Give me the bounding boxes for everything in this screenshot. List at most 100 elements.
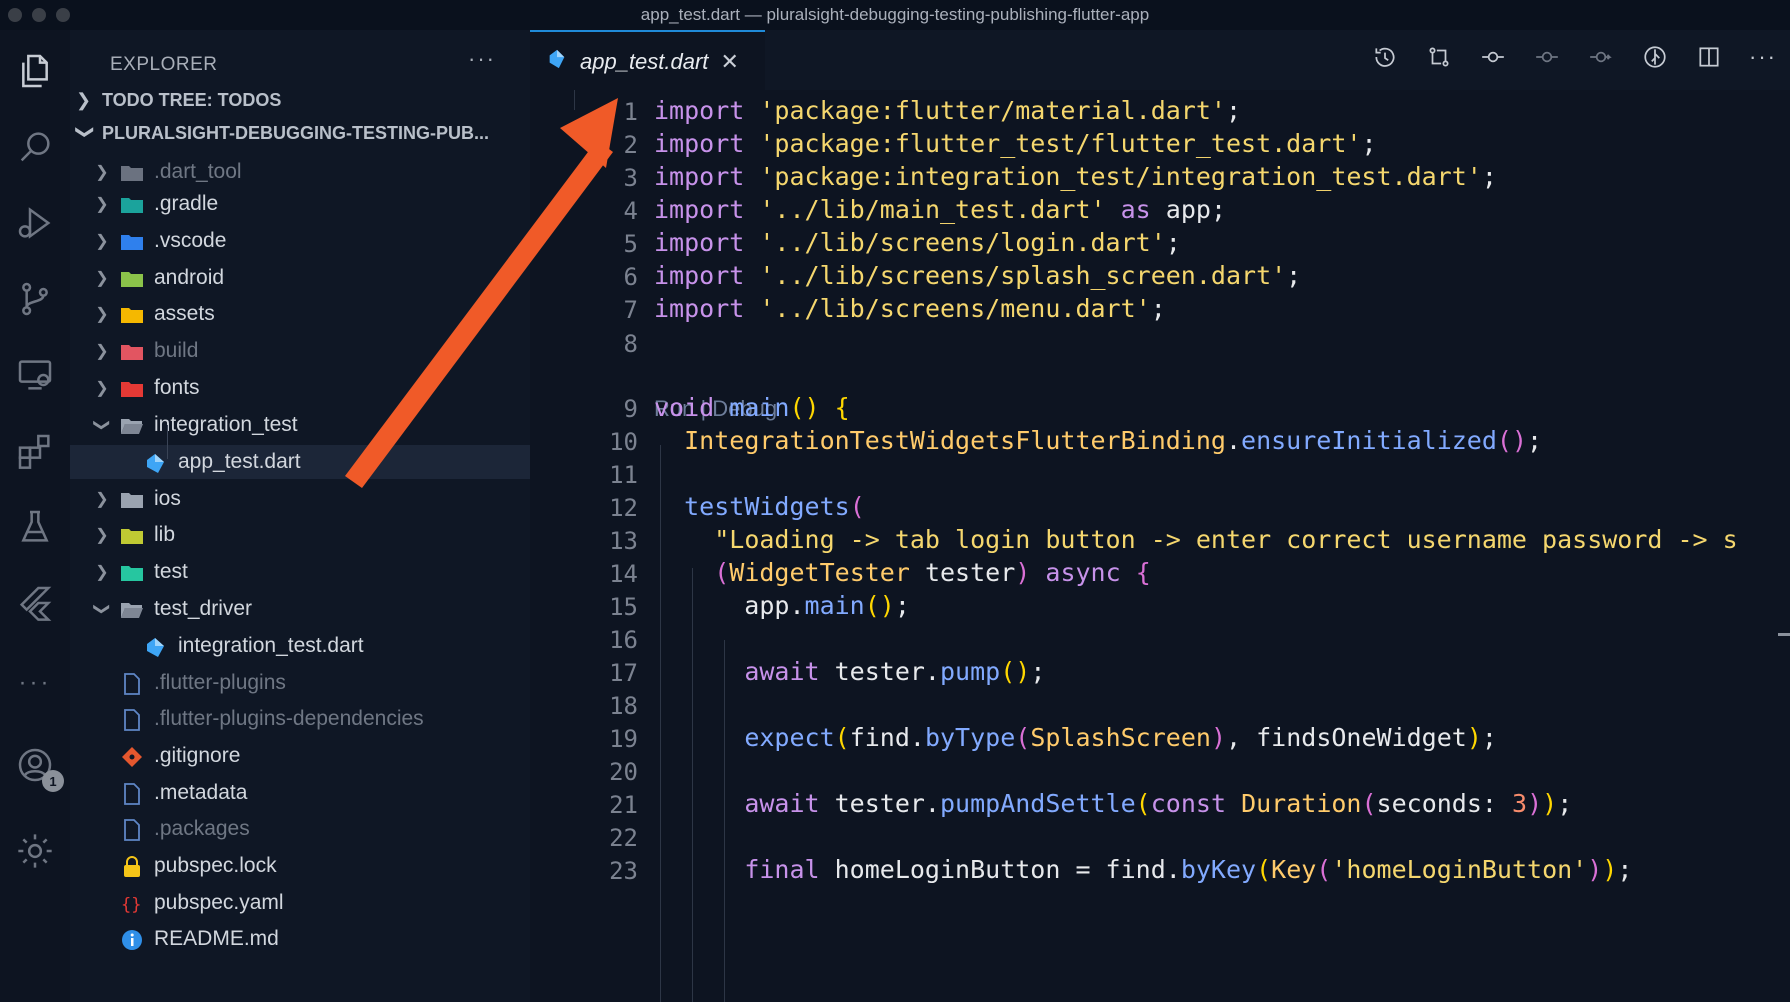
history-icon[interactable] [1358, 44, 1412, 70]
line-number: 16 [609, 626, 638, 654]
tree-item-lib[interactable]: ❯ lib [70, 518, 530, 552]
tree-item-integration-test-dart[interactable]: integration_test.dart [70, 629, 530, 663]
close-tab-icon[interactable]: ✕ [720, 49, 738, 75]
close-window-icon[interactable] [8, 8, 22, 22]
tab-app-test-dart[interactable]: app_test.dart ✕ [530, 30, 765, 92]
code-editor[interactable]: Run | Debug 1 2 3 4 5 6 7 8 9 10 11 12 13 14 15 16 17 18 1… [530, 90, 1790, 1002]
dart-file-icon [546, 48, 568, 76]
window-controls[interactable] [8, 8, 70, 22]
flutter-icon[interactable] [10, 578, 60, 628]
chevron-right-icon: ❯ [95, 380, 109, 397]
search-icon[interactable] [10, 122, 60, 172]
tree-item-android[interactable]: ❯ android [70, 261, 530, 295]
file-icon [120, 819, 144, 841]
code-line[interactable]: final homeLoginButton = find.byKey(Key('… [654, 855, 1632, 884]
file-icon [120, 673, 144, 695]
code-line[interactable]: expect(find.byType(SplashScreen), findsO… [654, 723, 1497, 752]
code-line[interactable]: await tester.pump(); [654, 657, 1045, 686]
compare-changes-icon[interactable] [1412, 44, 1466, 70]
tree-item-integration-test[interactable]: ❯ integration_test [70, 408, 530, 442]
tree-item-pubspec-yaml[interactable]: {} pubspec.yaml [70, 886, 530, 920]
code-line[interactable]: (WidgetTester tester) async { [654, 558, 1151, 587]
run-debug-icon[interactable] [10, 198, 60, 248]
tree-item-build[interactable]: ❯ build [70, 334, 530, 368]
account-icon[interactable]: 1 [10, 740, 64, 792]
scrollbar-marker[interactable] [1778, 633, 1790, 636]
extensions-icon[interactable] [10, 426, 60, 476]
code-line[interactable]: IntegrationTestWidgetsFlutterBinding.ens… [654, 426, 1542, 455]
tree-item-pubspec-lock[interactable]: pubspec.lock [70, 849, 530, 883]
next-change-icon[interactable] [1574, 44, 1628, 70]
tree-item-test-driver[interactable]: ❯ test_driver [70, 592, 530, 626]
git-commit-icon[interactable] [1466, 44, 1520, 70]
explorer-more-actions-icon[interactable]: ··· [468, 46, 496, 72]
code-line[interactable]: import '../lib/screens/splash_screen.dar… [654, 261, 1301, 290]
indent-guide [724, 640, 725, 1002]
settings-gear-icon[interactable] [10, 826, 60, 876]
tree-item-gitignore[interactable]: .gitignore [70, 739, 530, 773]
chevron-right-icon: ❯ [76, 90, 92, 110]
tree-item-dart-tool[interactable]: ❯ .dart_tool [70, 155, 530, 189]
folder-icon [120, 562, 144, 582]
tree-item-assets[interactable]: ❯ assets [70, 297, 530, 331]
chevron-down-icon: ❯ [75, 124, 96, 140]
line-number: 11 [609, 461, 638, 489]
tree-item-app-test-dart[interactable]: app_test.dart [70, 445, 530, 479]
tab-label: app_test.dart [580, 49, 709, 74]
flutter-outline-icon[interactable] [1628, 44, 1682, 70]
line-number: 15 [609, 593, 638, 621]
remote-explorer-icon[interactable] [10, 350, 60, 400]
tree-item-label: assets [154, 302, 215, 325]
tree-item-flutter-plugins-dependencies[interactable]: .flutter-plugins-dependencies [70, 702, 530, 736]
account-badge: 1 [42, 770, 64, 792]
tree-item-label: .vscode [154, 229, 227, 252]
source-control-icon[interactable] [10, 274, 60, 324]
code-line[interactable]: import '../lib/screens/login.dart'; [654, 228, 1181, 257]
code-line[interactable]: void main() { [654, 393, 850, 422]
split-editor-icon[interactable] [1682, 44, 1736, 70]
code-line[interactable]: import '../lib/main_test.dart' as app; [654, 195, 1226, 224]
folder-icon [120, 525, 144, 545]
line-number: 5 [623, 230, 638, 258]
folder-icon [120, 378, 144, 398]
tree-item-flutter-plugins[interactable]: .flutter-plugins [70, 666, 530, 700]
tree-item-label: integration_test [154, 413, 298, 436]
tree-item-metadata[interactable]: .metadata [70, 776, 530, 810]
line-number: 13 [609, 527, 638, 555]
folder-open-icon [120, 415, 144, 435]
line-number: 21 [609, 791, 638, 819]
minimize-window-icon[interactable] [32, 8, 46, 22]
more-actions-icon[interactable]: ··· [1736, 44, 1790, 70]
tree-item-ios[interactable]: ❯ ios [70, 482, 530, 516]
tree-item-label: pubspec.yaml [154, 891, 284, 914]
zoom-window-icon[interactable] [56, 8, 70, 22]
todo-tree-section[interactable]: ❯ TODO TREE: TODOS [76, 90, 526, 111]
chevron-right-icon: ❯ [95, 164, 109, 181]
folder-icon [120, 304, 144, 324]
line-number: 8 [623, 330, 638, 358]
code-line[interactable]: import 'package:integration_test/integra… [654, 162, 1497, 191]
tree-item-test[interactable]: ❯ test [70, 555, 530, 589]
tree-item-label: test_driver [154, 597, 253, 620]
code-line[interactable]: "Loading -> tab login button -> enter co… [654, 525, 1738, 554]
tree-item-fonts[interactable]: ❯ fonts [70, 371, 530, 405]
tree-item-vscode[interactable]: ❯ .vscode [70, 224, 530, 258]
project-section[interactable]: ❯ PLURALSIGHT-DEBUGGING-TESTING-PUB... [76, 123, 526, 144]
code-line[interactable]: import '../lib/screens/menu.dart'; [654, 294, 1166, 323]
tree-item-readme-md[interactable]: README.md [70, 922, 530, 956]
code-line[interactable]: testWidgets( [654, 492, 865, 521]
tree-item-label: .gradle [154, 192, 219, 215]
more-icon[interactable]: ··· [10, 658, 60, 708]
tree-item-gradle[interactable]: ❯ .gradle [70, 187, 530, 221]
previous-change-icon[interactable] [1520, 44, 1574, 70]
tree-item-label: .dart_tool [154, 160, 242, 183]
tree-item-packages[interactable]: .packages [70, 812, 530, 846]
code-line[interactable]: await tester.pumpAndSettle(const Duratio… [654, 789, 1572, 818]
code-line[interactable]: import 'package:flutter/material.dart'; [654, 96, 1241, 125]
line-number: 6 [623, 263, 638, 291]
svg-text:{}: {} [121, 895, 141, 915]
testing-icon[interactable] [10, 502, 60, 552]
files-icon[interactable] [10, 46, 60, 96]
code-line[interactable]: app.main(); [654, 591, 910, 620]
code-line[interactable]: import 'package:flutter_test/flutter_tes… [654, 129, 1377, 158]
